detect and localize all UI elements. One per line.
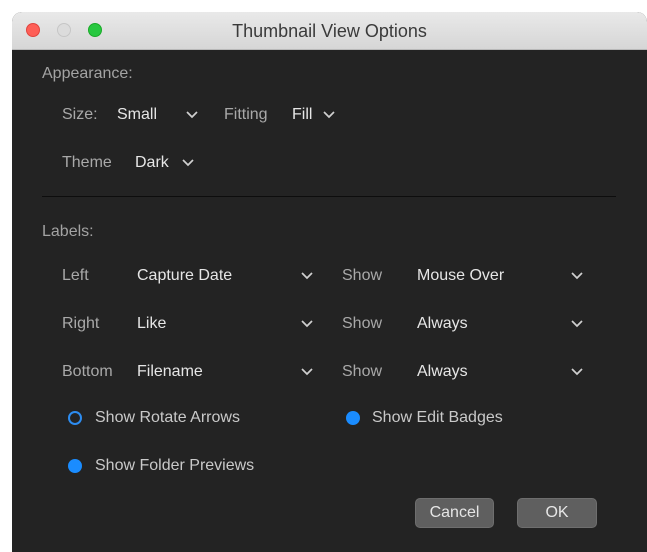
chevron-down-icon — [300, 364, 314, 378]
minimize-icon[interactable] — [57, 23, 71, 37]
appearance-heading: Appearance: — [42, 65, 133, 82]
bottom-show-label: Show — [342, 363, 383, 380]
show-edit-badges-radio[interactable] — [346, 411, 360, 425]
chevron-down-icon — [570, 316, 584, 330]
label-row-left-position: Left — [62, 267, 89, 284]
chevron-down-icon — [300, 268, 314, 282]
chevron-down-icon — [322, 107, 336, 121]
chevron-down-icon — [300, 316, 314, 330]
theme-dropdown[interactable]: Dark — [135, 151, 197, 175]
left-show-value: Mouse Over — [417, 267, 505, 284]
chevron-down-icon — [185, 107, 199, 121]
left-label-value: Capture Date — [137, 267, 233, 284]
show-folder-previews-radio[interactable] — [68, 459, 82, 473]
left-label-dropdown[interactable]: Capture Date — [137, 264, 317, 288]
left-show-dropdown[interactable]: Mouse Over — [417, 264, 589, 288]
right-show-dropdown[interactable]: Always — [417, 312, 589, 336]
ok-button[interactable]: OK — [517, 498, 597, 528]
bottom-show-dropdown[interactable]: Always — [417, 360, 589, 384]
bottom-label-value: Filename — [137, 363, 203, 380]
labels-heading: Labels: — [42, 223, 94, 240]
show-folder-previews-label[interactable]: Show Folder Previews — [95, 456, 254, 476]
size-value: Small — [117, 106, 158, 123]
theme-value: Dark — [135, 154, 169, 171]
fitting-dropdown[interactable]: Fill — [292, 103, 342, 127]
cancel-button[interactable]: Cancel — [415, 498, 494, 528]
bottom-show-value: Always — [417, 363, 468, 380]
chevron-down-icon — [570, 268, 584, 282]
fitting-value: Fill — [292, 106, 313, 123]
show-rotate-arrows-label[interactable]: Show Rotate Arrows — [95, 408, 240, 428]
size-label: Size: — [62, 106, 98, 123]
close-icon[interactable] — [26, 23, 40, 37]
right-show-label: Show — [342, 315, 383, 332]
zoom-icon[interactable] — [88, 23, 102, 37]
dialog-window: Thumbnail View Options Appearance: Size:… — [12, 12, 647, 552]
chevron-down-icon — [181, 155, 195, 169]
show-edit-badges-label[interactable]: Show Edit Badges — [372, 408, 503, 428]
theme-label: Theme — [62, 154, 112, 171]
chevron-down-icon — [570, 364, 584, 378]
fitting-label: Fitting — [224, 106, 268, 123]
label-row-bottom-position: Bottom — [62, 363, 113, 380]
window-title: Thumbnail View Options — [232, 21, 427, 41]
right-label-value: Like — [137, 315, 167, 332]
bottom-label-dropdown[interactable]: Filename — [137, 360, 317, 384]
right-show-value: Always — [417, 315, 468, 332]
left-show-label: Show — [342, 267, 383, 284]
right-label-dropdown[interactable]: Like — [137, 312, 317, 336]
show-rotate-arrows-radio[interactable] — [68, 411, 82, 425]
size-dropdown[interactable]: Small — [117, 103, 209, 127]
section-divider — [42, 196, 616, 197]
label-row-right-position: Right — [62, 315, 100, 332]
title-bar[interactable]: Thumbnail View Options — [12, 12, 647, 50]
